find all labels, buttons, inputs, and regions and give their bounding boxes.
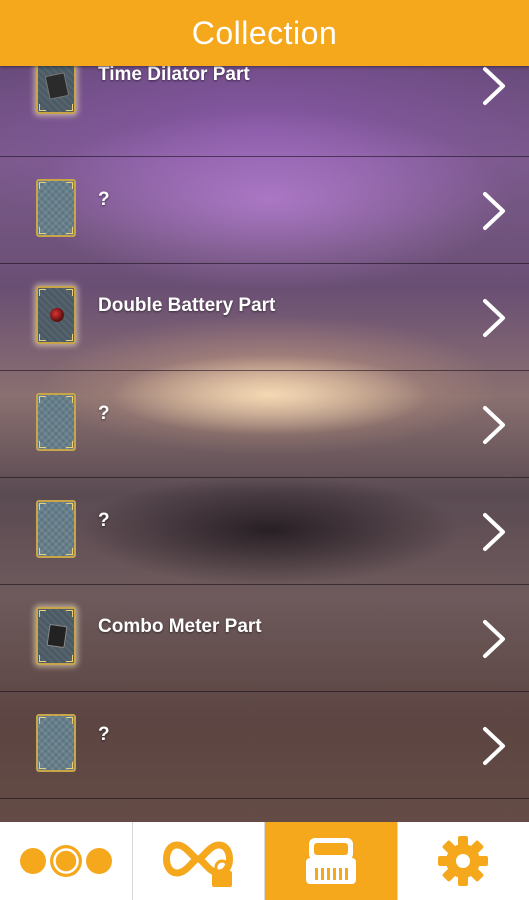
infinity-lock-icon (163, 841, 234, 887)
collection-item-label: ? (98, 189, 110, 210)
three-circles-icon (19, 845, 112, 877)
collection-item-partial[interactable] (0, 799, 529, 822)
collection-item-label: Double Battery Part (98, 295, 276, 316)
chest-icon (305, 838, 356, 884)
bottom-tab-bar (0, 822, 529, 900)
page-title: Collection (191, 14, 338, 51)
card-back-icon (36, 500, 76, 558)
collection-item-double-battery[interactable]: Double Battery Part (0, 264, 529, 371)
tab-infinite-locked[interactable] (133, 822, 265, 900)
tab-collection[interactable] (265, 822, 398, 900)
tab-levels[interactable] (0, 822, 133, 900)
tab-settings[interactable] (398, 822, 529, 900)
collection-item-locked-3[interactable]: ? (0, 371, 529, 478)
chevron-right-icon (483, 192, 505, 230)
collection-item-label: ? (98, 510, 110, 531)
time-dilator-part-icon (36, 66, 76, 114)
collection-item-locked-4[interactable]: ? (0, 478, 529, 585)
chevron-right-icon (483, 513, 505, 551)
gear-icon (438, 836, 489, 886)
collection-item-label: ? (98, 724, 110, 745)
collection-item-label: ? (98, 403, 110, 424)
collection-item-label: Time Dilator Part (98, 66, 250, 85)
card-back-icon (36, 393, 76, 451)
chevron-right-icon (483, 620, 505, 658)
double-battery-part-icon (36, 286, 76, 344)
chevron-right-icon (483, 67, 505, 105)
chevron-right-icon (483, 727, 505, 765)
collection-list[interactable]: Time Dilator Part ? Double Battery Part … (0, 66, 529, 822)
collection-item-locked-1[interactable]: ? (0, 157, 529, 264)
card-back-icon (36, 714, 76, 772)
collection-item-locked-6[interactable]: ? (0, 692, 529, 799)
collection-item-time-dilator[interactable]: Time Dilator Part (0, 66, 529, 157)
chevron-right-icon (483, 406, 505, 444)
collection-item-combo-meter[interactable]: Combo Meter Part (0, 585, 529, 692)
card-back-icon (36, 179, 76, 237)
chevron-right-icon (483, 299, 505, 337)
collection-item-label: Combo Meter Part (98, 616, 262, 637)
app-header: Collection (0, 0, 529, 66)
combo-meter-part-icon (36, 607, 76, 665)
